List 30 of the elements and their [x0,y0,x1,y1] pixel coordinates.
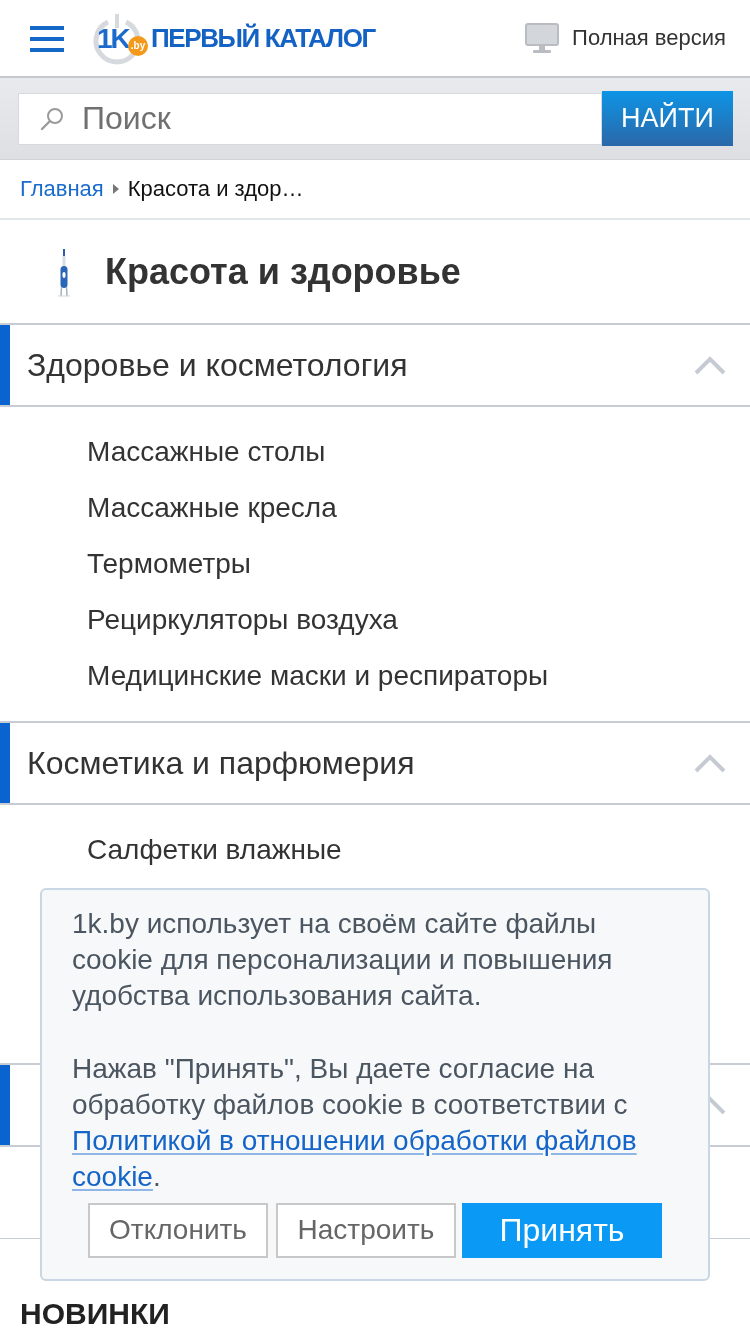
privacy-policy-link[interactable]: Политикой в отношении обработки файлов cookie. [72,1123,680,1196]
menu-icon[interactable] [30,26,64,52]
section-title[interactable]: Косметика и парфюмерия [27,744,415,782]
category-link[interactable]: Массажные столы [0,424,326,480]
search-field[interactable]: Поиск [18,92,602,145]
category-link[interactable]: Рециркуляторы воздуха [0,592,398,648]
category-link[interactable]: Медицинские маски и респираторы [0,648,549,704]
breadcrumb-current: Красота и здор… [127,176,304,202]
search-icon [40,106,64,131]
chevron-up-icon[interactable] [693,355,727,375]
section-title[interactable]: Здоровье и косметология [27,346,408,384]
category-link[interactable]: Салфетки влажные [0,822,342,878]
page-title: Красота и здоровье [105,250,461,293]
monitor-icon [525,23,560,53]
logo-text[interactable]: ПЕРВЫЙ КАТАЛОГ [151,22,375,54]
category-link[interactable]: Массажные кресла [0,480,337,536]
full-version-link[interactable]: Полная версия [525,21,726,55]
chevron-up-icon[interactable] [693,753,727,773]
breadcrumb-link[interactable]: Главная [20,176,104,202]
caret-right-icon [112,184,119,194]
logo-mark[interactable]: 1K [97,25,129,53]
cookie-option-button[interactable]: Настроить [276,1202,456,1258]
section-heading: НОВИНКИ [20,1297,171,1330]
domain-badge: .by [128,36,148,56]
category-link[interactable]: Термометры [0,536,251,592]
search-button[interactable]: НАЙТИ [602,91,733,146]
toothbrush-icon [57,248,71,297]
cookie-option-button[interactable]: Отклонить [88,1202,268,1258]
cookie-notice-text: 1k.by использует на своём сайте файлы cookie для персонализации и повышения удобства использования сайта. [72,907,614,1014]
consent-text: Нажав "Принять", Вы даете согласие на обработку файлов cookie в соответствии с Политикой в отношении обработки файлов cookie. [72,1050,680,1196]
